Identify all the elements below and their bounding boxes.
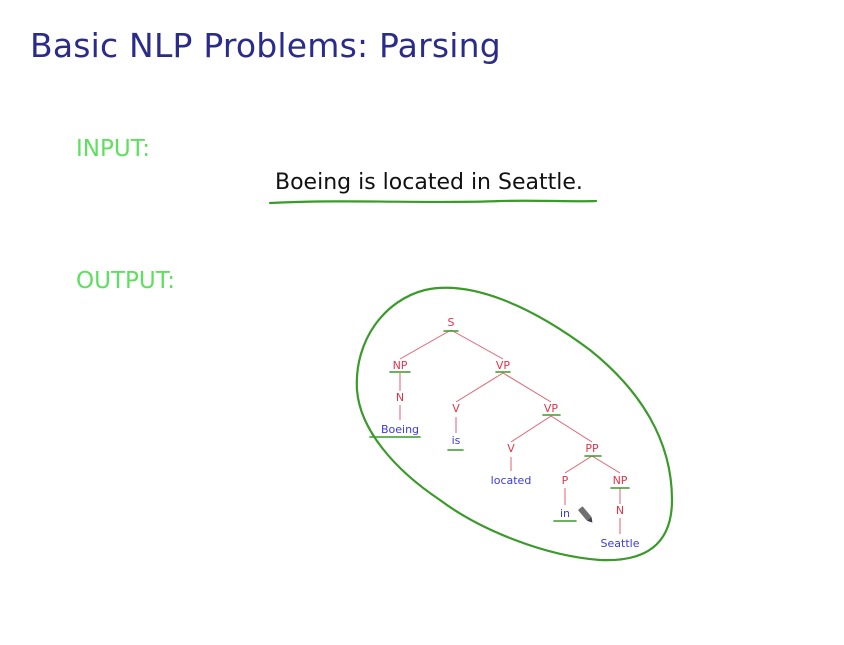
- tree-node-s: S: [448, 316, 455, 329]
- tree-node-vp-inner: VP: [544, 402, 559, 415]
- tree-node-pp: PP: [585, 442, 599, 455]
- pen-cursor-icon: [578, 506, 593, 523]
- tree-node-n-object: N: [616, 504, 624, 517]
- tree-node-v-is: V: [452, 402, 460, 415]
- tree-node-np-subject: NP: [393, 359, 408, 372]
- tree-word-seattle: Seattle: [601, 537, 640, 550]
- tree-word-boeing: Boeing: [381, 423, 419, 436]
- tree-node-n-subject: N: [396, 391, 404, 404]
- tree-word-is: is: [452, 434, 461, 447]
- tree-node-vp-main: VP: [496, 359, 511, 372]
- tree-node-p: P: [562, 474, 569, 487]
- tree-node-v-located: V: [507, 442, 515, 455]
- tree-word-in: in: [560, 507, 570, 520]
- tree-word-located: located: [491, 474, 532, 487]
- slide: Basic NLP Problems: Parsing INPUT: Boein…: [0, 0, 844, 645]
- parse-tree-diagram: S NP VP N V VP V PP P NP N Boeing is loc…: [268, 199, 674, 562]
- sentence-underline-annotation: [268, 199, 598, 205]
- tree-node-np-object: NP: [613, 474, 628, 487]
